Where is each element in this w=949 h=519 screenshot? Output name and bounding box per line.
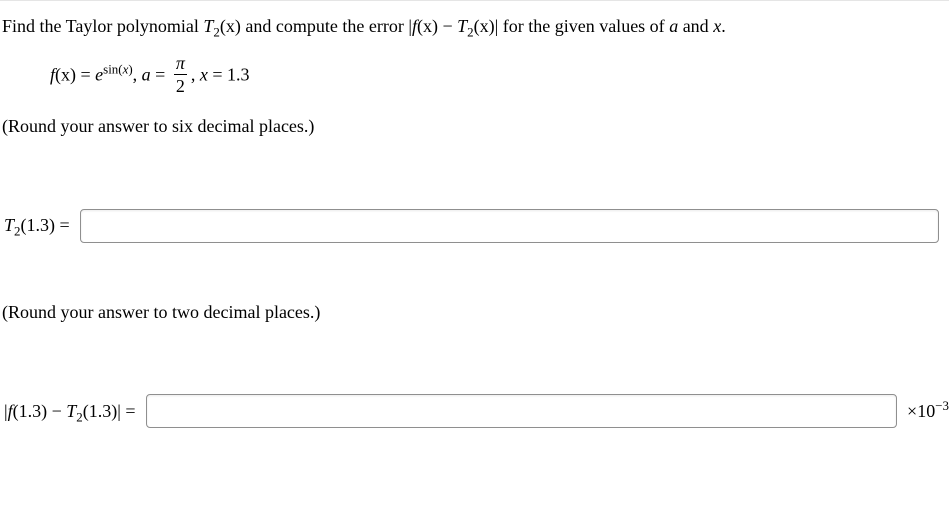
minus: −	[438, 16, 457, 36]
sym-a: a	[142, 65, 151, 85]
value: 1.3	[227, 65, 250, 85]
text: (1.3) =	[21, 215, 70, 235]
text: and compute the error |	[241, 16, 412, 36]
arg: (x)	[220, 16, 241, 36]
minus: −	[47, 401, 66, 421]
text: .	[721, 16, 726, 36]
answer-input-2[interactable]	[146, 394, 898, 428]
sym-e: e	[95, 65, 103, 85]
sym-a: a	[669, 16, 678, 36]
text: =	[151, 65, 170, 85]
sym-x: x	[200, 65, 208, 85]
text: (x) =	[55, 65, 95, 85]
answer-row-1: T2(1.3) =	[4, 209, 949, 243]
answer-row-2: |f(1.3) − T2(1.3)| = ×10−3	[4, 394, 949, 428]
round-instruction-2: (Round your answer to two decimal places…	[2, 301, 949, 324]
exponent: −3	[935, 398, 949, 413]
text: ×10	[907, 401, 935, 421]
text: (1.3)	[83, 401, 118, 421]
answer-label-1: T2(1.3) =	[4, 215, 70, 236]
text: =	[208, 65, 227, 85]
text: Find the Taylor polynomial	[2, 16, 203, 36]
answer-label-2: |f(1.3) − T2(1.3)| =	[4, 401, 136, 422]
question-container: { "prompt": { "line1_pre": "Find the Tay…	[0, 0, 949, 519]
question-prompt: Find the Taylor polynomial T2(x) and com…	[2, 15, 949, 38]
text: (1.3)	[13, 401, 48, 421]
function-definition: f(x) = esin(x), a = π2, x = 1.3	[2, 56, 949, 97]
answer-input-1[interactable]	[80, 209, 939, 243]
sym-T: T	[4, 215, 14, 235]
denominator: 2	[174, 75, 187, 95]
text: sin(	[103, 62, 122, 77]
arg: (x)	[474, 16, 495, 36]
text: ,	[133, 65, 142, 85]
sym-T: T	[203, 16, 213, 36]
sym-T: T	[66, 401, 76, 421]
numerator: π	[174, 54, 187, 75]
sym-x: x	[713, 16, 721, 36]
exponent: sin(x)	[103, 62, 133, 77]
text: | for the given values of	[495, 16, 670, 36]
arg: (x)	[417, 16, 438, 36]
text: and	[678, 16, 713, 36]
text: | =	[117, 401, 135, 421]
unit-label: ×10−3	[907, 401, 949, 422]
sym-T: T	[457, 16, 467, 36]
round-instruction-1: (Round your answer to six decimal places…	[2, 115, 949, 138]
text: ,	[191, 65, 200, 85]
fraction: π2	[174, 54, 187, 95]
